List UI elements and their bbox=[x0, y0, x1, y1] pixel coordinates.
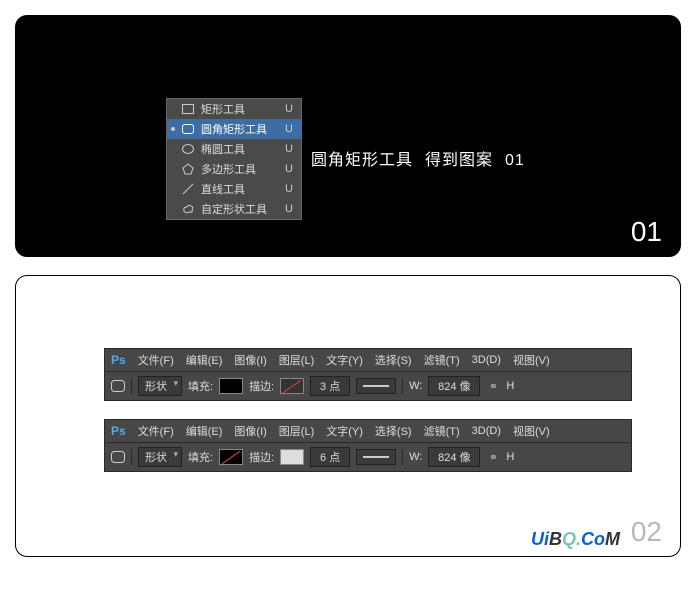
ps-snapshot-1: Ps 文件(F) 编辑(E) 图像(I) 图层(L) 文字(Y) 选择(S) 滤… bbox=[104, 348, 632, 401]
tool-shortcut: U bbox=[285, 123, 293, 135]
rounded-rectangle-icon bbox=[181, 122, 195, 136]
fill-swatch[interactable] bbox=[219, 378, 243, 394]
menu-select[interactable]: 选择(S) bbox=[375, 352, 412, 368]
tool-custom-shape[interactable]: 自定形状工具 U bbox=[167, 199, 301, 219]
ellipse-icon bbox=[181, 142, 195, 156]
menu-bar: Ps 文件(F) 编辑(E) 图像(I) 图层(L) 文字(Y) 选择(S) 滤… bbox=[104, 348, 632, 372]
step-number: 01 bbox=[631, 216, 662, 248]
menu-type[interactable]: 文字(Y) bbox=[326, 352, 363, 368]
menu-select[interactable]: 选择(S) bbox=[375, 423, 412, 439]
fill-label: 填充: bbox=[188, 449, 213, 465]
menu-type[interactable]: 文字(Y) bbox=[326, 423, 363, 439]
separator bbox=[131, 449, 132, 465]
options-bar: 形状 填充: 描边: 3 点 W: 824 像 ⚭ H bbox=[104, 372, 632, 401]
stroke-swatch[interactable] bbox=[280, 449, 304, 465]
fill-label: 填充: bbox=[188, 378, 213, 394]
ps-snapshot-2: Ps 文件(F) 编辑(E) 图像(I) 图层(L) 文字(Y) 选择(S) 滤… bbox=[104, 419, 632, 472]
tool-shortcut: U bbox=[285, 143, 293, 155]
height-label: H bbox=[506, 451, 514, 463]
menu-3d[interactable]: 3D(D) bbox=[472, 354, 501, 366]
separator bbox=[402, 378, 403, 394]
step-panel-01: 矩形工具 U 圆角矩形工具 U 椭圆工具 U 多边形工具 U 直线工具 U bbox=[15, 15, 681, 257]
tool-shortcut: U bbox=[285, 163, 293, 175]
stroke-width-input[interactable]: 3 点 bbox=[310, 376, 350, 396]
tool-polygon[interactable]: 多边形工具 U bbox=[167, 159, 301, 179]
tool-shortcut: U bbox=[285, 103, 293, 115]
tool-shortcut: U bbox=[285, 183, 293, 195]
menu-3d[interactable]: 3D(D) bbox=[472, 425, 501, 437]
tool-label: 圆角矩形工具 bbox=[201, 121, 267, 137]
step-number: 02 bbox=[631, 516, 662, 548]
menu-image[interactable]: 图像(I) bbox=[234, 352, 266, 368]
active-dot bbox=[171, 127, 175, 131]
tool-label: 自定形状工具 bbox=[201, 201, 267, 217]
menu-layer[interactable]: 图层(L) bbox=[279, 423, 314, 439]
tool-label: 矩形工具 bbox=[201, 101, 267, 117]
step-panel-02: Ps 文件(F) 编辑(E) 图像(I) 图层(L) 文字(Y) 选择(S) 滤… bbox=[15, 275, 681, 557]
link-icon[interactable]: ⚭ bbox=[486, 450, 500, 464]
custom-shape-icon bbox=[181, 202, 195, 216]
tool-rounded-rectangle[interactable]: 圆角矩形工具 U bbox=[167, 119, 301, 139]
stroke-label: 描边: bbox=[249, 378, 274, 394]
width-label: W: bbox=[409, 380, 422, 392]
menu-edit[interactable]: 编辑(E) bbox=[186, 352, 223, 368]
ps-logo: Ps bbox=[111, 353, 126, 367]
annotation-text: 圆角矩形工具得到图案01 bbox=[311, 146, 525, 170]
tool-label: 直线工具 bbox=[201, 181, 267, 197]
width-input[interactable]: 824 像 bbox=[428, 447, 480, 467]
stroke-style-dropdown[interactable] bbox=[356, 378, 396, 394]
menu-filter[interactable]: 滤镜(T) bbox=[424, 423, 460, 439]
menu-view[interactable]: 视图(V) bbox=[513, 423, 550, 439]
shape-tools-flyout: 矩形工具 U 圆角矩形工具 U 椭圆工具 U 多边形工具 U 直线工具 U bbox=[166, 98, 302, 220]
tool-shortcut: U bbox=[285, 203, 293, 215]
tool-rectangle[interactable]: 矩形工具 U bbox=[167, 99, 301, 119]
menu-layer[interactable]: 图层(L) bbox=[279, 352, 314, 368]
rectangle-icon bbox=[181, 102, 195, 116]
menu-edit[interactable]: 编辑(E) bbox=[186, 423, 223, 439]
polygon-icon bbox=[181, 162, 195, 176]
line-icon bbox=[181, 182, 195, 196]
menu-file[interactable]: 文件(F) bbox=[138, 352, 174, 368]
tool-label: 多边形工具 bbox=[201, 161, 267, 177]
tool-ellipse[interactable]: 椭圆工具 U bbox=[167, 139, 301, 159]
width-label: W: bbox=[409, 451, 422, 463]
menu-filter[interactable]: 滤镜(T) bbox=[424, 352, 460, 368]
ps-logo: Ps bbox=[111, 424, 126, 438]
stroke-swatch[interactable] bbox=[280, 378, 304, 394]
stroke-label: 描边: bbox=[249, 449, 274, 465]
options-bar: 形状 填充: 描边: 6 点 W: 824 像 ⚭ H bbox=[104, 443, 632, 472]
rounded-rectangle-icon[interactable] bbox=[111, 379, 125, 393]
tool-label: 椭圆工具 bbox=[201, 141, 267, 157]
rounded-rectangle-icon[interactable] bbox=[111, 450, 125, 464]
stroke-style-dropdown[interactable] bbox=[356, 449, 396, 465]
tool-line[interactable]: 直线工具 U bbox=[167, 179, 301, 199]
menu-image[interactable]: 图像(I) bbox=[234, 423, 266, 439]
link-icon[interactable]: ⚭ bbox=[486, 379, 500, 393]
menu-view[interactable]: 视图(V) bbox=[513, 352, 550, 368]
separator bbox=[131, 378, 132, 394]
stroke-width-input[interactable]: 6 点 bbox=[310, 447, 350, 467]
mode-dropdown[interactable]: 形状 bbox=[138, 447, 182, 467]
menu-file[interactable]: 文件(F) bbox=[138, 423, 174, 439]
fill-swatch[interactable] bbox=[219, 449, 243, 465]
menu-bar: Ps 文件(F) 编辑(E) 图像(I) 图层(L) 文字(Y) 选择(S) 滤… bbox=[104, 419, 632, 443]
photoshop-bars: Ps 文件(F) 编辑(E) 图像(I) 图层(L) 文字(Y) 选择(S) 滤… bbox=[104, 348, 632, 490]
watermark: UiBQ.CoM bbox=[531, 529, 620, 550]
separator bbox=[402, 449, 403, 465]
mode-dropdown[interactable]: 形状 bbox=[138, 376, 182, 396]
height-label: H bbox=[506, 380, 514, 392]
width-input[interactable]: 824 像 bbox=[428, 376, 480, 396]
